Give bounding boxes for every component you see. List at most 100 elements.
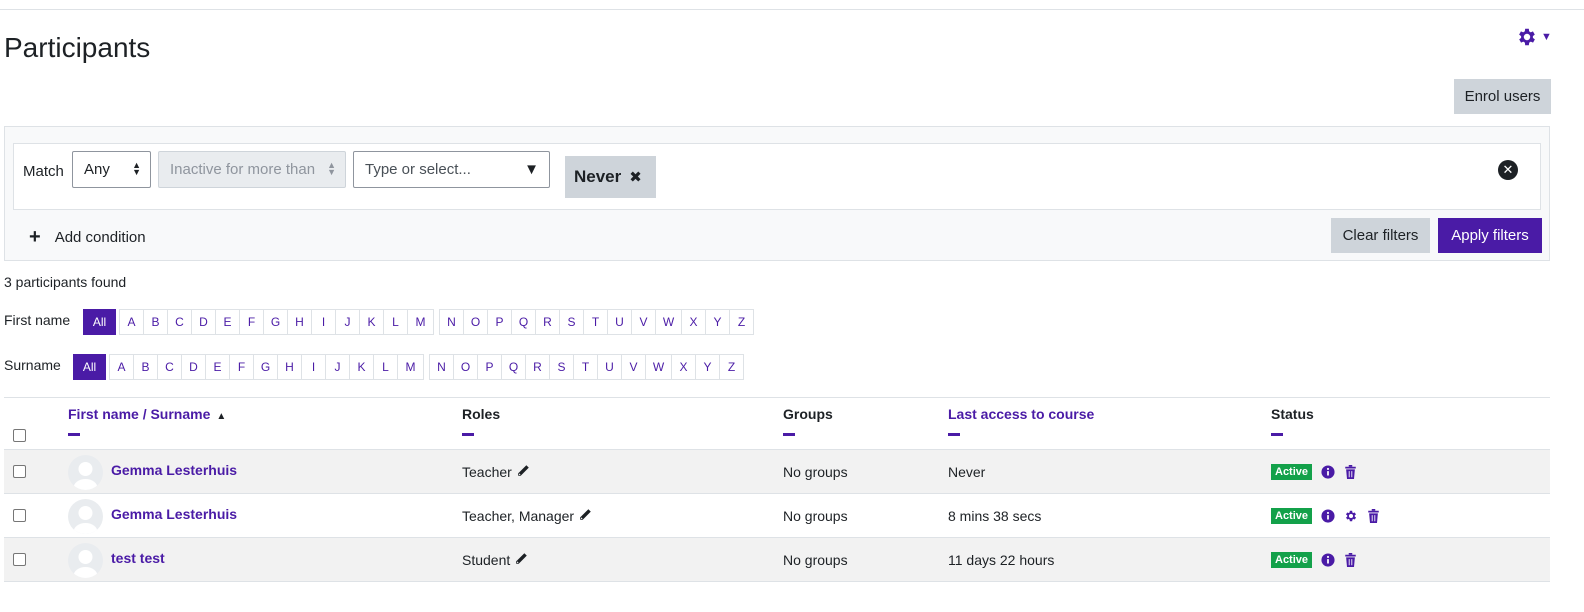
firstname-initial-w[interactable]: W [655, 309, 682, 335]
firstname-initial-p[interactable]: P [487, 309, 512, 335]
collapse-column-icon[interactable] [68, 433, 80, 436]
remove-condition-icon[interactable]: ✕ [1498, 160, 1518, 180]
condition-value-autocomplete[interactable]: Type or select... ▼ [353, 151, 550, 188]
participant-name-link[interactable]: Gemma Lesterhuis [111, 462, 237, 478]
surname-initial-m[interactable]: M [397, 354, 424, 380]
firstname-initial-v[interactable]: V [631, 309, 656, 335]
info-icon[interactable] [1321, 465, 1335, 479]
roles-text: Teacher, Manager [462, 508, 575, 524]
surname-initial-k[interactable]: K [349, 354, 374, 380]
firstname-initial-s[interactable]: S [559, 309, 584, 335]
surname-initial-i[interactable]: I [301, 354, 326, 380]
firstname-initial-q[interactable]: Q [511, 309, 536, 335]
row-select-checkbox[interactable] [13, 553, 26, 566]
surname-initial-t[interactable]: T [573, 354, 598, 380]
participant-name-link[interactable]: Gemma Lesterhuis [111, 506, 237, 522]
condition-value-placeholder: Type or select... [365, 161, 471, 178]
surname-initial-e[interactable]: E [205, 354, 230, 380]
collapse-column-icon[interactable] [783, 433, 795, 436]
surname-initial-all[interactable]: All [73, 354, 106, 380]
surname-initial-w[interactable]: W [645, 354, 672, 380]
firstname-initial-j[interactable]: J [335, 309, 360, 335]
firstname-initial-l[interactable]: L [383, 309, 408, 335]
surname-initial-j[interactable]: J [325, 354, 350, 380]
surname-initial-n[interactable]: N [429, 354, 454, 380]
trash-icon[interactable] [1367, 509, 1380, 523]
remove-chip-icon[interactable]: ✖ [629, 168, 642, 186]
avatar[interactable] [68, 499, 103, 534]
firstname-initial-f[interactable]: F [239, 309, 264, 335]
firstname-initial-all[interactable]: All [83, 309, 116, 335]
surname-initial-l[interactable]: L [373, 354, 398, 380]
header-last-access[interactable]: Last access to course [948, 406, 1094, 436]
firstname-initial-k[interactable]: K [359, 309, 384, 335]
firstname-initial-g[interactable]: G [263, 309, 288, 335]
surname-initial-d[interactable]: D [181, 354, 206, 380]
firstname-initial-u[interactable]: U [607, 309, 632, 335]
selected-value-chip[interactable]: Never ✖ [565, 156, 656, 198]
surname-initial-b[interactable]: B [133, 354, 158, 380]
firstname-initial-i[interactable]: I [311, 309, 336, 335]
surname-initial-h[interactable]: H [277, 354, 302, 380]
surname-initial-c[interactable]: C [157, 354, 182, 380]
pencil-icon[interactable] [579, 508, 592, 524]
avatar[interactable] [68, 455, 103, 490]
gear-icon[interactable] [1344, 509, 1358, 523]
surname-initial-z[interactable]: Z [719, 354, 744, 380]
add-condition-button[interactable]: + Add condition [29, 226, 146, 249]
firstname-initial-c[interactable]: C [167, 309, 192, 335]
row-select-checkbox[interactable] [13, 465, 26, 478]
firstname-initial-y[interactable]: Y [705, 309, 730, 335]
condition-type-select[interactable]: Inactive for more than ▲ ▼ [158, 151, 346, 188]
firstname-initial-m[interactable]: M [407, 309, 434, 335]
surname-initial-u[interactable]: U [597, 354, 622, 380]
firstname-initial-o[interactable]: O [463, 309, 488, 335]
plus-icon: + [29, 226, 41, 248]
firstname-initial-b[interactable]: B [143, 309, 168, 335]
row-select-checkbox[interactable] [13, 509, 26, 522]
surname-initial-x[interactable]: X [671, 354, 696, 380]
surname-initial-a[interactable]: A [109, 354, 134, 380]
collapse-column-icon[interactable] [948, 433, 960, 436]
firstname-initial-r[interactable]: R [535, 309, 560, 335]
firstname-initial-d[interactable]: D [191, 309, 216, 335]
surname-initial-q[interactable]: Q [501, 354, 526, 380]
match-select[interactable]: Any ▲ ▼ [72, 151, 151, 188]
header-name[interactable]: First name / Surname ▲ [68, 406, 226, 436]
avatar[interactable] [68, 543, 103, 578]
participant-name-link[interactable]: test test [111, 550, 165, 566]
surname-initial-g[interactable]: G [253, 354, 278, 380]
info-icon[interactable] [1321, 553, 1335, 567]
firstname-initial-z[interactable]: Z [729, 309, 754, 335]
pencil-icon[interactable] [515, 552, 528, 568]
participant-last-access: 11 days 22 hours [948, 552, 1055, 568]
pencil-icon[interactable] [517, 464, 530, 480]
surname-initial-o[interactable]: O [453, 354, 478, 380]
trash-icon[interactable] [1344, 465, 1357, 479]
firstname-initial-a[interactable]: A [119, 309, 144, 335]
select-arrows-icon: ▲ ▼ [132, 160, 141, 177]
surname-initial-f[interactable]: F [229, 354, 254, 380]
firstname-initial-x[interactable]: X [681, 309, 706, 335]
header-groups: Groups [783, 406, 833, 436]
surname-initial-v[interactable]: V [621, 354, 646, 380]
collapse-column-icon[interactable] [1271, 433, 1283, 436]
info-icon[interactable] [1321, 509, 1335, 523]
enrol-users-button[interactable]: Enrol users [1454, 79, 1551, 114]
apply-filters-button[interactable]: Apply filters [1438, 218, 1542, 253]
firstname-initial-t[interactable]: T [583, 309, 608, 335]
firstname-initial-n[interactable]: N [439, 309, 464, 335]
collapse-column-icon[interactable] [462, 433, 474, 436]
participant-groups: No groups [783, 508, 848, 524]
page-settings-menu[interactable]: ▼ [1516, 26, 1552, 48]
surname-initial-r[interactable]: R [525, 354, 550, 380]
surname-initial-s[interactable]: S [549, 354, 574, 380]
surname-initial-y[interactable]: Y [695, 354, 720, 380]
firstname-initial-h[interactable]: H [287, 309, 312, 335]
firstname-initial-e[interactable]: E [215, 309, 240, 335]
select-all-checkbox[interactable] [13, 429, 26, 442]
dropdown-triangle-icon[interactable]: ▼ [524, 161, 539, 178]
clear-filters-button[interactable]: Clear filters [1331, 218, 1430, 253]
trash-icon[interactable] [1344, 553, 1357, 567]
surname-initial-p[interactable]: P [477, 354, 502, 380]
